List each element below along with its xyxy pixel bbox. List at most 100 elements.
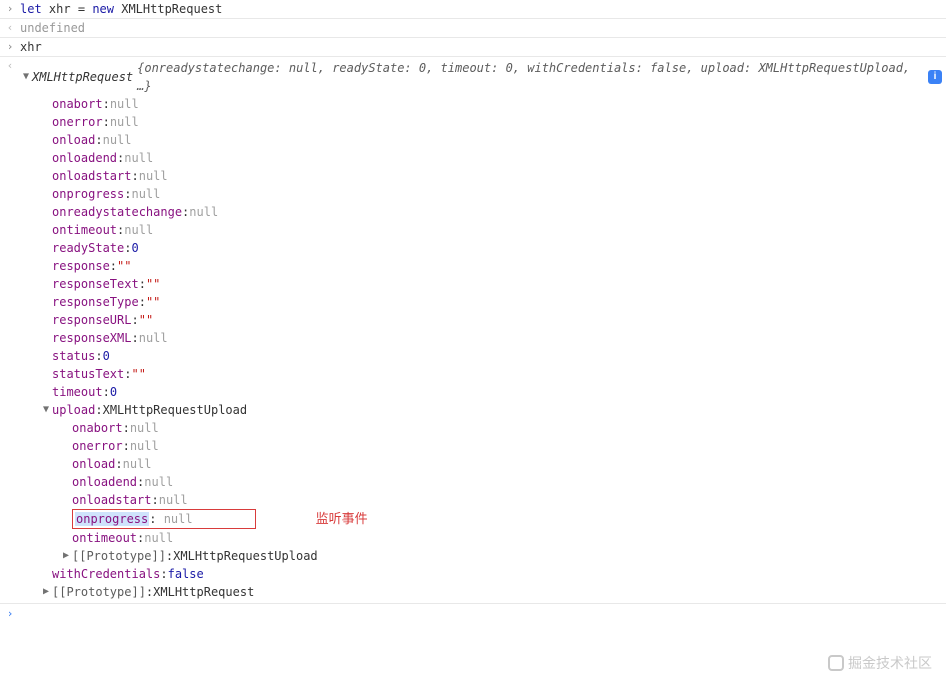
property-name: upload <box>52 401 95 419</box>
property-name: onreadystatechange <box>52 203 182 221</box>
input-marker-icon: › <box>4 607 16 620</box>
undefined-result: undefined <box>16 21 942 35</box>
property-value: null <box>189 203 218 221</box>
property-row-proto[interactable]: ▶ [[Prototype]]: XMLHttpRequest <box>20 583 942 601</box>
property-value: "" <box>117 257 131 275</box>
property-name: onloadstart <box>72 491 151 509</box>
property-name: timeout <box>52 383 103 401</box>
property-value: null <box>103 131 132 149</box>
expand-toggle-icon[interactable]: ▼ <box>20 68 32 86</box>
property-name: status <box>52 347 95 365</box>
property-name: withCredentials <box>52 565 160 583</box>
property-value: XMLHttpRequest <box>153 583 254 601</box>
expand-toggle-icon[interactable]: ▶ <box>60 547 72 565</box>
summary-class: XMLHttpRequest <box>32 68 133 86</box>
property-row[interactable]: status: 0 <box>20 347 942 365</box>
property-row[interactable]: onloadstart: null <box>20 491 942 509</box>
property-name: ontimeout <box>72 529 137 547</box>
watermark-text: 掘金技术社区 <box>848 653 932 673</box>
info-icon[interactable]: i <box>928 70 942 84</box>
property-value: null <box>124 149 153 167</box>
property-row[interactable]: onerror: null <box>20 113 942 131</box>
console-prompt[interactable]: › <box>0 604 946 623</box>
property-row[interactable]: response: "" <box>20 257 942 275</box>
class-name: XMLHttpRequest <box>121 2 222 16</box>
property-value: XMLHttpRequestUpload <box>103 401 248 419</box>
property-row[interactable]: onerror: null <box>20 437 942 455</box>
property-row[interactable]: onloadend: null <box>20 473 942 491</box>
keyword-new: new <box>92 2 114 16</box>
property-row[interactable]: ontimeout: null <box>20 221 942 239</box>
property-row[interactable]: responseURL: "" <box>20 311 942 329</box>
property-name: onerror <box>72 437 123 455</box>
watermark: 掘金技术社区 <box>828 653 932 673</box>
property-row[interactable]: timeout: 0 <box>20 383 942 401</box>
property-value: null <box>131 185 160 203</box>
property-name: ontimeout <box>52 221 117 239</box>
property-name: readyState <box>52 239 124 257</box>
highlighted-property: onprogress: null <box>72 509 256 529</box>
equals: = <box>78 2 85 16</box>
property-name: responseText <box>52 275 139 293</box>
property-row[interactable]: responseXML: null <box>20 329 942 347</box>
property-name: onabort <box>72 419 123 437</box>
variable-name: xhr <box>49 2 71 16</box>
annotation-label: 监听事件 <box>316 510 368 528</box>
property-value: "" <box>146 275 160 293</box>
input-marker-icon: › <box>4 2 16 15</box>
property-value: "" <box>139 311 153 329</box>
property-value: null <box>164 512 193 526</box>
property-name: responseType <box>52 293 139 311</box>
object-tree: ▼ XMLHttpRequest {onreadystatechange: nu… <box>16 59 942 601</box>
property-name: onload <box>72 455 115 473</box>
property-value: 0 <box>103 347 110 365</box>
keyword-let: let <box>20 2 42 16</box>
console-input-row[interactable]: › xhr <box>0 38 946 57</box>
expand-toggle-icon[interactable]: ▼ <box>40 401 52 419</box>
property-row[interactable]: onload: null <box>20 455 942 473</box>
property-row[interactable]: readyState: 0 <box>20 239 942 257</box>
object-summary[interactable]: ▼ XMLHttpRequest {onreadystatechange: nu… <box>20 59 942 95</box>
property-row[interactable]: responseText: "" <box>20 275 942 293</box>
input-marker-icon: › <box>4 40 16 53</box>
output-marker-icon: ‹ <box>4 21 16 34</box>
property-value: null <box>139 167 168 185</box>
property-row[interactable]: responseType: "" <box>20 293 942 311</box>
property-value: false <box>168 565 204 583</box>
console-input-row[interactable]: › let xhr = new XMLHttpRequest <box>0 0 946 19</box>
property-value: "" <box>131 365 145 383</box>
property-row[interactable]: onload: null <box>20 131 942 149</box>
property-row[interactable]: onprogress: null <box>20 185 942 203</box>
property-value: null <box>144 529 173 547</box>
property-row[interactable]: onloadstart: null <box>20 167 942 185</box>
property-value: null <box>110 113 139 131</box>
property-name: onabort <box>52 95 103 113</box>
property-name: onprogress <box>75 512 149 526</box>
property-row[interactable]: onabort: null <box>20 419 942 437</box>
watermark-icon <box>828 655 844 671</box>
property-value: XMLHttpRequestUpload <box>173 547 318 565</box>
property-name: onerror <box>52 113 103 131</box>
property-row[interactable]: ontimeout: null <box>20 529 942 547</box>
property-value: 0 <box>131 239 138 257</box>
property-name: onloadend <box>72 473 137 491</box>
property-value: null <box>144 473 173 491</box>
property-value: null <box>123 455 152 473</box>
property-row[interactable]: onloadend: null <box>20 149 942 167</box>
property-row-proto[interactable]: ▶ [[Prototype]]: XMLHttpRequestUpload <box>20 547 942 565</box>
property-row[interactable]: statusText: "" <box>20 365 942 383</box>
property-name: onprogress <box>52 185 124 203</box>
console-object-row: ‹ ▼ XMLHttpRequest {onreadystatechange: … <box>0 57 946 603</box>
property-value: "" <box>146 293 160 311</box>
property-value: null <box>110 95 139 113</box>
property-row[interactable]: onprogress: null 监听事件 <box>20 509 942 529</box>
property-row[interactable]: onreadystatechange: null <box>20 203 942 221</box>
console-result-row: ‹ undefined <box>0 19 946 38</box>
property-name: [[Prototype]] <box>52 583 146 601</box>
properties-list: onabort: nullonerror: nullonload: nullon… <box>20 95 942 401</box>
property-row-upload[interactable]: ▼ upload: XMLHttpRequestUpload <box>20 401 942 419</box>
property-row[interactable]: withCredentials: false <box>20 565 942 583</box>
property-value: null <box>130 419 159 437</box>
expand-toggle-icon[interactable]: ▶ <box>40 583 52 601</box>
property-row[interactable]: onabort: null <box>20 95 942 113</box>
